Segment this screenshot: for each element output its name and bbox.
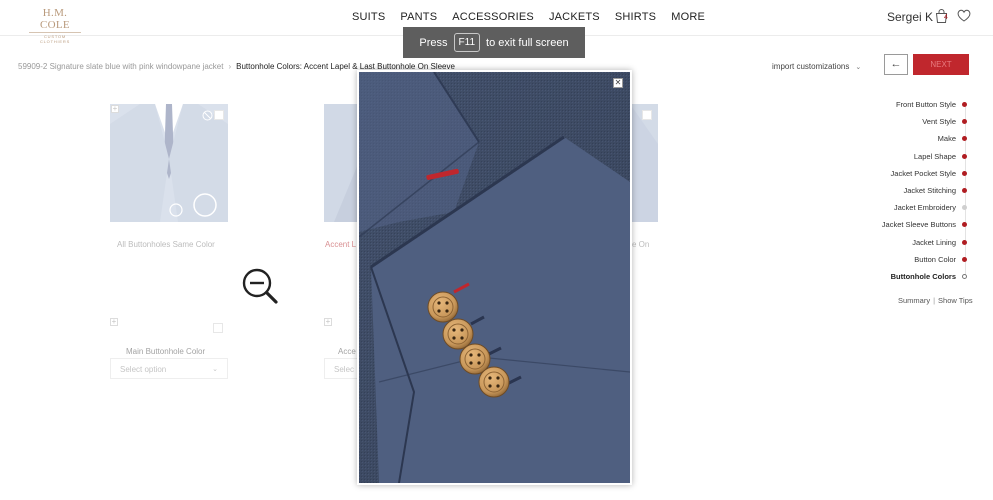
main-buttonhole-color-select[interactable]: Select option ⌄ <box>110 358 228 379</box>
jacket-preview-image <box>630 104 658 222</box>
import-label: import customizations <box>772 62 850 71</box>
option-label-last-sleeve: e On <box>632 240 650 249</box>
toast-post: to exit full screen <box>486 36 569 49</box>
main-buttonhole-color-label: Main Buttonhole Color <box>126 347 206 356</box>
step-label: Button Color <box>914 254 956 264</box>
step-button-color[interactable]: Button Color <box>870 254 970 271</box>
zoom-out-cursor-icon <box>242 268 278 304</box>
jacket-sleeve-closeup-image <box>359 72 630 483</box>
select-placeholder: Selec <box>334 365 355 374</box>
step-dot <box>962 205 967 211</box>
toast-pre: Press <box>419 36 448 49</box>
close-icon[interactable]: ✕ <box>613 78 623 88</box>
main-nav: SUITS PANTS ACCESSORIES JACKETS SHIRTS M… <box>352 11 720 23</box>
select-checkbox[interactable] <box>214 110 224 120</box>
brand-tagline: CUSTOM CLOTHIERS <box>39 34 71 44</box>
step-dot <box>962 222 967 228</box>
info-plus-icon[interactable]: + <box>111 105 119 113</box>
accent-buttonhole-color-label: Acce <box>338 347 356 356</box>
chevron-down-icon: ⌄ <box>212 366 218 373</box>
step-dot <box>962 170 967 176</box>
summary-links: Summary | Show Tips <box>898 296 973 305</box>
nav-accessories[interactable]: ACCESSORIES <box>452 11 534 23</box>
step-label: Jacket Embroidery <box>893 203 956 213</box>
step-dot <box>962 273 967 279</box>
heart-icon[interactable] <box>957 9 971 22</box>
bag-count-badge: 4 <box>944 14 948 21</box>
nav-suits[interactable]: SUITS <box>352 11 385 23</box>
nav-jackets[interactable]: JACKETS <box>549 11 600 23</box>
step-dot <box>962 136 967 142</box>
step-label: Jacket Pocket Style <box>890 168 956 178</box>
step-buttonhole-colors[interactable]: Buttonhole Colors <box>870 271 970 288</box>
info-plus-icon[interactable]: + <box>110 318 118 326</box>
step-label: Front Button Style <box>895 100 956 109</box>
nav-pants[interactable]: PANTS <box>400 11 437 23</box>
step-jacket-pocket-style[interactable]: Jacket Pocket Style <box>870 168 970 185</box>
accent-buttonhole-color-select[interactable]: Selec <box>324 358 358 379</box>
step-dot <box>962 256 967 262</box>
option-label-same-color: All Buttonholes Same Color <box>117 240 215 249</box>
step-jacket-embroidery[interactable]: Jacket Embroidery <box>870 202 970 219</box>
next-button[interactable]: NEXT <box>913 54 969 75</box>
image-lightbox <box>357 70 632 485</box>
step-jacket-sleeve-buttons[interactable]: Jacket Sleeve Buttons <box>870 219 970 236</box>
select-checkbox[interactable] <box>642 110 652 120</box>
option-label-accent-lapel: Accent L <box>325 240 357 249</box>
no-zoom-icon[interactable] <box>202 110 213 121</box>
info-plus-icon[interactable]: + <box>324 318 332 326</box>
step-label: Lapel Shape <box>913 151 956 161</box>
nav-more[interactable]: MORE <box>671 11 705 23</box>
jacket-preview-image <box>324 104 358 222</box>
select-checkbox[interactable] <box>213 323 223 333</box>
f11-key: F11 <box>453 33 481 52</box>
sleeve-button <box>427 291 459 323</box>
sleeve-button <box>478 366 510 398</box>
nav-shirts[interactable]: SHIRTS <box>615 11 656 23</box>
customization-steps: Front Button Style Vent Style Make Lapel… <box>870 99 970 288</box>
step-label: Vent Style <box>922 117 956 127</box>
summary-link[interactable]: Summary <box>898 296 930 305</box>
step-make[interactable]: Make <box>870 133 970 150</box>
chevron-down-icon: ⌄ <box>855 64 862 71</box>
step-dot <box>962 239 967 245</box>
step-vent-style[interactable]: Vent Style <box>870 116 970 133</box>
sleeve-button <box>442 318 474 350</box>
option-card-same-color[interactable]: + <box>110 104 228 222</box>
back-button[interactable]: ← <box>884 54 908 75</box>
select-placeholder: Select option <box>120 365 167 374</box>
step-dot <box>962 119 967 125</box>
step-label: Jacket Stitching <box>903 185 956 195</box>
divider: | <box>933 296 936 305</box>
brand-logo[interactable]: H.M. COLE CUSTOM CLOTHIERS <box>29 7 81 44</box>
step-dot <box>962 187 967 193</box>
step-label: Jacket Lining <box>912 237 956 247</box>
step-jacket-stitching[interactable]: Jacket Stitching <box>870 185 970 202</box>
step-label: Make <box>937 134 956 144</box>
option-card-last-sleeve[interactable] <box>630 104 658 222</box>
step-dot <box>962 102 967 107</box>
import-customizations-dropdown[interactable]: import customizations ⌄ <box>772 62 861 71</box>
step-lapel-shape[interactable]: Lapel Shape <box>870 151 970 168</box>
chevron-right-icon: › <box>228 62 232 71</box>
fullscreen-toast: Press F11 to exit full screen <box>403 27 585 58</box>
user-name[interactable]: Sergei K <box>887 10 933 24</box>
step-label: Buttonhole Colors <box>890 271 956 281</box>
step-front-button-style[interactable]: Front Button Style <box>870 99 970 116</box>
jacket-preview-image <box>110 104 228 222</box>
step-label: Jacket Sleeve Buttons <box>881 220 956 230</box>
show-tips-link[interactable]: Show Tips <box>938 296 973 305</box>
brand-name: H.M. COLE <box>29 7 81 33</box>
step-dot <box>962 153 967 159</box>
breadcrumb-parent[interactable]: 59909-2 Signature slate blue with pink w… <box>18 62 223 71</box>
step-jacket-lining[interactable]: Jacket Lining <box>870 237 970 254</box>
